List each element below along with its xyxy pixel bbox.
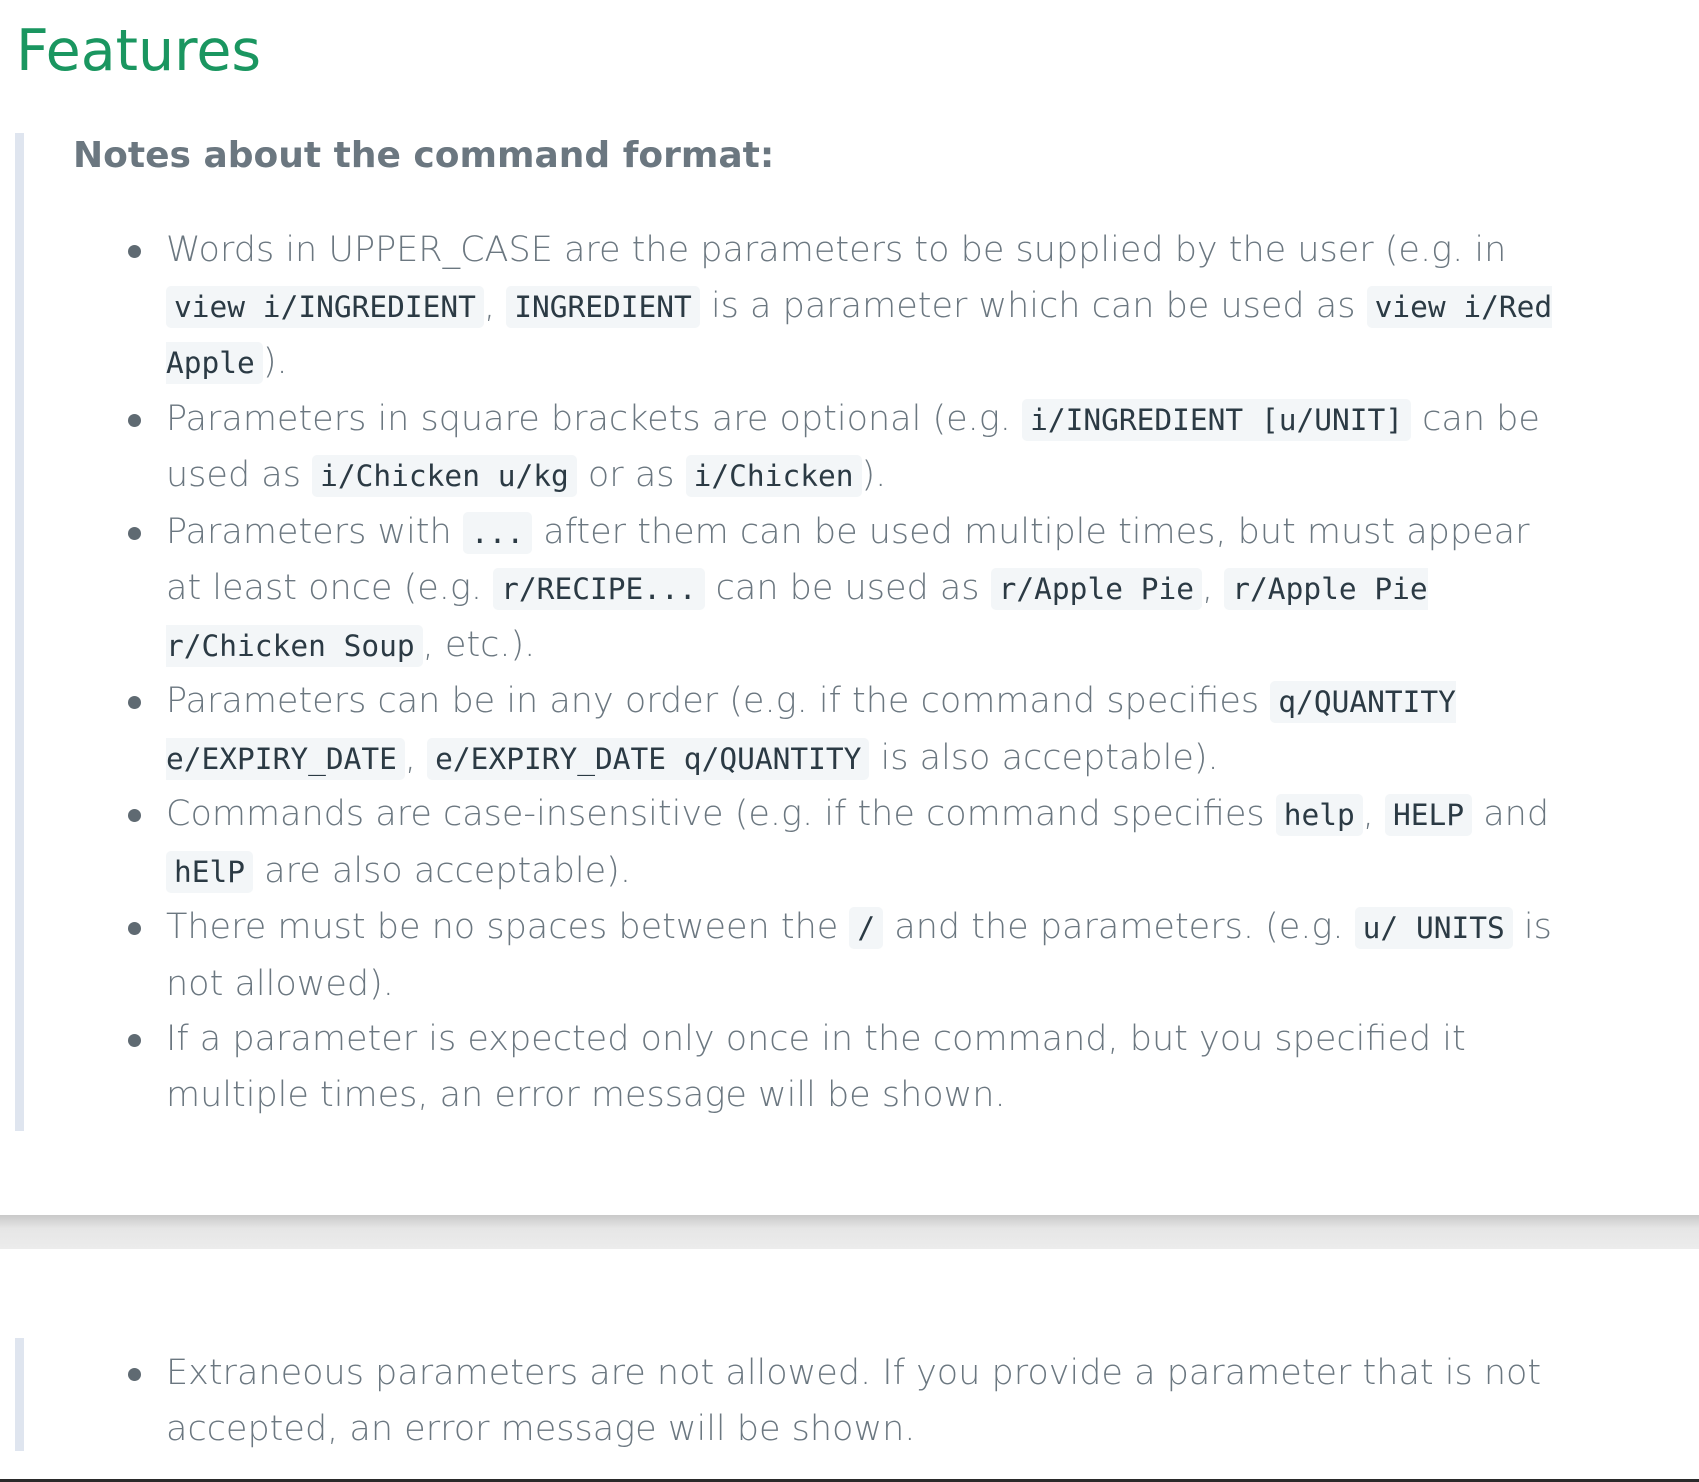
rule-text: Commands are case-insensitive (e.g. if t… bbox=[166, 794, 1276, 834]
rule-text: and bbox=[1472, 794, 1550, 834]
rule-text: , bbox=[1202, 568, 1225, 608]
inline-code: e/EXPIRY_DATE q/QUANTITY bbox=[427, 737, 870, 780]
rule-text: Parameters in square brackets are option… bbox=[166, 398, 1023, 439]
inline-code: r/RECIPE... bbox=[493, 568, 705, 610]
inline-code: HELP bbox=[1385, 794, 1473, 836]
rule-text: There must be no spaces between the bbox=[166, 907, 850, 947]
rule-text: is also acceptable). bbox=[869, 737, 1219, 778]
rule-item: Parameters with ... after them can be us… bbox=[24, 505, 1556, 675]
inline-code: help bbox=[1275, 794, 1363, 836]
inline-code: i/Chicken bbox=[685, 455, 862, 497]
inline-code: i/INGREDIENT [u/UNIT] bbox=[1022, 398, 1412, 441]
page-break-separator bbox=[0, 1215, 1699, 1249]
page-title: Features bbox=[16, 18, 262, 84]
rule-text: and the parameters. (e.g. bbox=[883, 907, 1355, 947]
rule-text: , bbox=[1362, 794, 1386, 834]
notes-callout-continued: Extraneous parameters are not allowed. I… bbox=[15, 1338, 1575, 1451]
rule-text: If a parameter is expected only once in … bbox=[166, 1019, 1466, 1115]
inline-code: ... bbox=[462, 511, 533, 554]
rule-item: Extraneous parameters are not allowed. I… bbox=[24, 1346, 1556, 1457]
rule-item: If a parameter is expected only once in … bbox=[24, 1012, 1556, 1123]
rule-text: , bbox=[483, 285, 507, 326]
rule-text: can be used as bbox=[704, 568, 991, 608]
rule-text: Words in UPPER_CASE are the parameters t… bbox=[166, 230, 1507, 270]
rule-text: , bbox=[404, 737, 428, 778]
rule-text: Parameters with bbox=[166, 511, 463, 552]
inline-code: INGREDIENT bbox=[506, 285, 700, 328]
command-format-rules-list: Words in UPPER_CASE are the parameters t… bbox=[24, 223, 1556, 1123]
notes-title: Notes about the command format: bbox=[73, 135, 775, 176]
rule-text: or as bbox=[576, 455, 686, 495]
rule-text: is a parameter which can be used as bbox=[699, 285, 1367, 326]
inline-code: view i/INGREDIENT bbox=[166, 285, 484, 328]
rule-item: Parameters can be in any order (e.g. if … bbox=[24, 674, 1556, 787]
rule-text: ). bbox=[262, 342, 288, 382]
inline-code: / bbox=[849, 907, 884, 949]
rule-text: Extraneous parameters are not allowed. I… bbox=[166, 1353, 1542, 1449]
inline-code: hElP bbox=[166, 850, 254, 893]
inline-code: i/Chicken u/kg bbox=[312, 455, 577, 497]
rule-text: ). bbox=[861, 455, 887, 495]
rule-item: Commands are case-insensitive (e.g. if t… bbox=[24, 787, 1556, 900]
inline-code: u/ UNITS bbox=[1354, 907, 1513, 949]
document-page: Features Notes about the command format:… bbox=[0, 0, 1699, 1215]
command-format-rules-list-continued: Extraneous parameters are not allowed. I… bbox=[24, 1346, 1556, 1457]
notes-callout: Notes about the command format: Words in… bbox=[15, 133, 1575, 1131]
rule-item: There must be no spaces between the / an… bbox=[24, 900, 1556, 1012]
rule-item: Words in UPPER_CASE are the parameters t… bbox=[24, 223, 1556, 392]
rule-text: , etc.). bbox=[422, 624, 536, 665]
rule-text: Parameters can be in any order (e.g. if … bbox=[166, 681, 1271, 721]
rule-text: are also acceptable). bbox=[253, 850, 631, 891]
rule-item: Parameters in square brackets are option… bbox=[24, 392, 1556, 505]
inline-code: r/Apple Pie bbox=[990, 568, 1203, 610]
